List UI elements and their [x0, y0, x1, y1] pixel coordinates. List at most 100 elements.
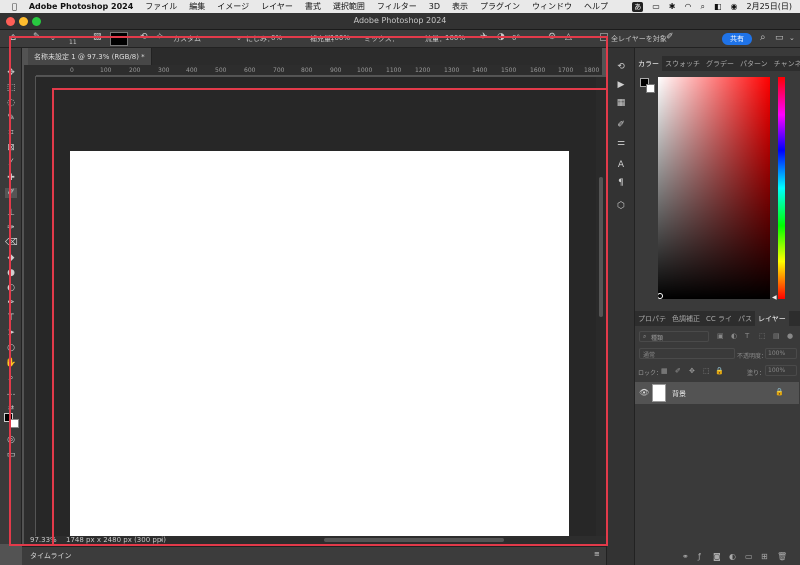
menu-edit[interactable]: 編集	[189, 1, 205, 12]
new-layer-icon[interactable]: ⊞	[761, 552, 768, 561]
hand-tool-icon[interactable]: ✋	[5, 358, 17, 368]
tab-cc-libraries[interactable]: CC ライ	[703, 311, 735, 326]
apple-icon[interactable]: 	[12, 2, 17, 11]
load-amount-value[interactable]: 100%	[330, 34, 350, 42]
menu-view[interactable]: 表示	[452, 1, 468, 12]
eraser-tool-icon[interactable]: ⌫	[5, 238, 18, 248]
menu-window[interactable]: ウィンドウ	[532, 1, 572, 12]
load-swatch[interactable]	[110, 32, 128, 46]
more-tools-icon[interactable]: …	[5, 388, 17, 398]
home-icon[interactable]: ⌂	[10, 32, 16, 43]
workspace-icon[interactable]: ▭	[775, 33, 784, 43]
hue-slider[interactable]	[778, 77, 785, 299]
all-layers-checkbox[interactable]	[600, 33, 608, 41]
zoom-level[interactable]: 97.33%	[30, 536, 57, 544]
zoom-tool-icon[interactable]: ⌕	[5, 373, 17, 383]
tab-layers[interactable]: レイヤー	[755, 311, 789, 326]
document-info[interactable]: 1748 px x 2480 px (300 ppi)	[66, 536, 166, 544]
lock-brush-icon[interactable]: ✐	[675, 367, 681, 375]
blur-tool-icon[interactable]: ●	[5, 268, 17, 278]
document-canvas[interactable]	[70, 151, 569, 536]
eyedropper-tool-icon[interactable]: ⁄	[5, 158, 17, 168]
search-icon[interactable]: ⌕	[760, 32, 766, 43]
search-icon[interactable]: ⌕	[700, 2, 704, 12]
swap-colors-icon[interactable]: ⇄	[5, 403, 17, 413]
chevron-right-icon[interactable]: ›	[160, 536, 163, 544]
airbrush-icon[interactable]: ✈	[480, 32, 488, 42]
bluetooth-icon[interactable]: ✱	[669, 2, 676, 11]
layer-mask-icon[interactable]: ◙	[713, 552, 721, 561]
move-tool-icon[interactable]: ✥	[5, 68, 17, 78]
filter-type-icon[interactable]: T	[745, 332, 749, 340]
vertical-scrollbar[interactable]	[596, 77, 606, 536]
libraries-panel-icon[interactable]: ▦	[615, 98, 627, 110]
mixer-brush-tool-icon[interactable]: ✎	[33, 32, 41, 42]
chevron-down-icon[interactable]: ⌄	[789, 34, 795, 42]
menu-3d[interactable]: 3D	[429, 2, 440, 11]
tab-properties[interactable]: プロパテ	[635, 311, 669, 326]
brush-size-label[interactable]: 11	[69, 39, 77, 46]
lock-position-icon[interactable]: ✥	[689, 367, 695, 375]
lock-all-icon[interactable]: 🔒	[715, 367, 724, 375]
tab-paths[interactable]: パス	[735, 311, 755, 326]
menu-filter[interactable]: フィルター	[377, 1, 417, 12]
layer-filter-dropdown[interactable]: ⌕ 種類	[639, 331, 709, 342]
date-label[interactable]: 2月25日(日)	[746, 1, 792, 12]
battery-icon[interactable]: ▭	[652, 2, 660, 11]
menu-image[interactable]: イメージ	[217, 1, 249, 12]
fill-field[interactable]: 100%	[765, 365, 797, 376]
timeline-tab[interactable]: タイムライン	[30, 551, 72, 561]
load-brush-icon[interactable]: ⟲	[140, 32, 148, 42]
pen-tool-icon[interactable]: ✒	[5, 298, 17, 308]
tab-swatches[interactable]: スウォッチ	[662, 56, 703, 71]
vertical-ruler[interactable]	[24, 76, 36, 536]
dodge-tool-icon[interactable]: ◐	[5, 283, 17, 293]
delete-layer-icon[interactable]: 🗑	[777, 552, 787, 561]
lock-artboard-icon[interactable]: ⬚	[703, 367, 710, 375]
flow-value[interactable]: 100%	[445, 34, 465, 42]
color-background-swatch[interactable]	[646, 84, 655, 93]
menu-layer[interactable]: レイヤー	[261, 1, 293, 12]
adjustments-icon[interactable]: ⚌	[615, 138, 627, 150]
angle-icon[interactable]: ◑	[497, 32, 505, 42]
group-layers-icon[interactable]: ▭	[745, 552, 753, 561]
layer-style-icon[interactable]: ƒ	[698, 552, 701, 561]
preset-dropdown[interactable]: カスタム	[173, 34, 201, 44]
pressure-icon[interactable]: △	[565, 32, 572, 42]
menu-file[interactable]: ファイル	[145, 1, 177, 12]
input-method-indicator[interactable]: あ	[632, 1, 644, 12]
horizontal-ruler[interactable]: 0 100 200 300 400 500 600 700 800 900 10…	[36, 65, 602, 76]
chevron-down-icon[interactable]: ⌄	[50, 34, 56, 42]
angle-value[interactable]: 0°	[512, 34, 520, 42]
panel-menu-icon[interactable]: ≡	[594, 550, 600, 558]
quick-select-tool-icon[interactable]: ✎	[5, 113, 17, 123]
menu-select[interactable]: 選択範囲	[333, 1, 365, 12]
gradient-tool-icon[interactable]: ◆	[5, 253, 17, 263]
layer-row-background[interactable]: 👁 背景 🔒	[635, 382, 799, 404]
filter-toggle-icon[interactable]: ●	[787, 332, 793, 340]
lasso-tool-icon[interactable]: ◌	[5, 98, 17, 108]
3d-panel-icon[interactable]: ⬡	[615, 201, 627, 213]
menu-plugins[interactable]: プラグイン	[480, 1, 520, 12]
tab-color[interactable]: カラー	[635, 56, 662, 71]
adjustment-layer-icon[interactable]: ◐	[729, 552, 736, 561]
crop-tool-icon[interactable]: ⌗	[5, 128, 17, 138]
color-picker-field[interactable]	[657, 77, 770, 299]
tab-patterns[interactable]: パターン	[737, 56, 771, 71]
filter-adjust-icon[interactable]: ◐	[731, 332, 737, 340]
chevron-down-icon[interactable]: ⌄	[236, 34, 242, 42]
settings-gear-icon[interactable]: ⚙	[548, 32, 556, 42]
link-layers-icon[interactable]: ⚭	[682, 552, 689, 561]
frame-tool-icon[interactable]: ⊠	[5, 143, 17, 153]
character-panel-icon[interactable]: A	[615, 160, 627, 172]
paragraph-panel-icon[interactable]: ¶	[615, 178, 627, 190]
opacity-field[interactable]: 100%	[765, 348, 797, 359]
tab-channels[interactable]: チャンネ	[771, 56, 800, 71]
filter-smart-icon[interactable]: ▤	[773, 332, 780, 340]
layer-lock-icon[interactable]: 🔒	[775, 388, 784, 396]
menu-type[interactable]: 書式	[305, 1, 321, 12]
history-brush-tool-icon[interactable]: ✑	[5, 223, 17, 233]
app-name-menu[interactable]: Adobe Photoshop 2024	[29, 2, 133, 11]
screen-mode-icon[interactable]: ▭	[5, 450, 17, 460]
tab-adjustments[interactable]: 色調補正	[669, 311, 703, 326]
